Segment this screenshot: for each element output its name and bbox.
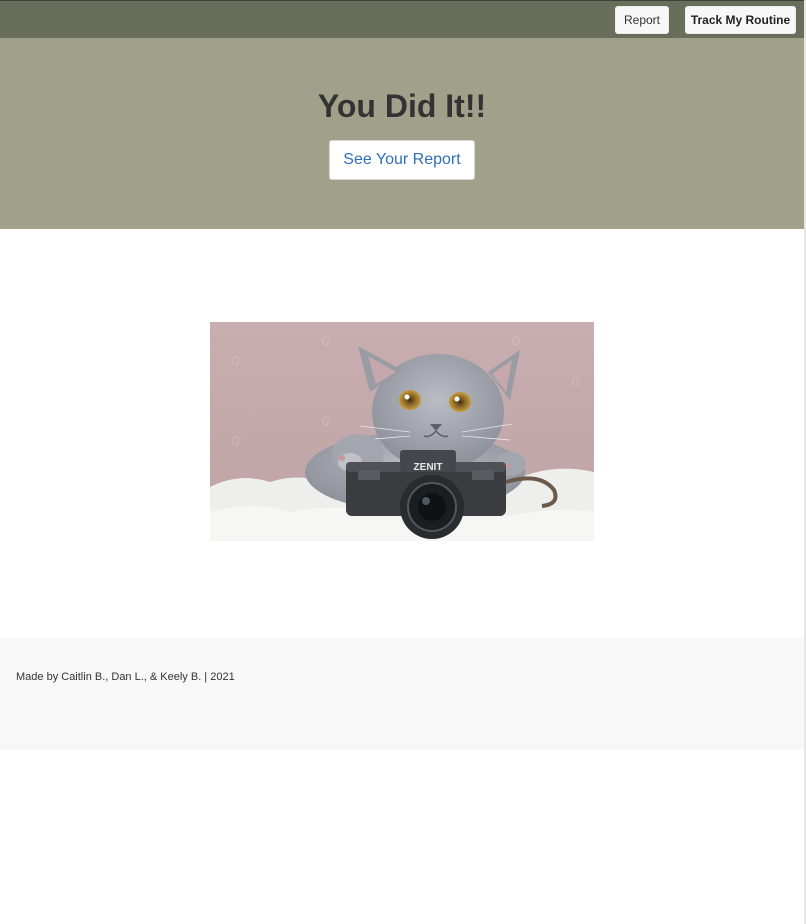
camera-brand-label: ZENIT [414,462,443,473]
hero-title: You Did It!! [317,88,487,124]
footer: Made by Caitlin B., Dan L., & Keely B. |… [0,638,804,750]
see-your-report-button[interactable]: See Your Report [329,140,475,180]
cat-camera-illustration: ZENIT G G G G G G [210,322,594,541]
page: Report Track My Routine You Did It!! See… [0,0,806,924]
report-nav-button[interactable]: Report [615,6,669,34]
top-navbar: Report Track My Routine [0,0,804,38]
footer-credit: Made by Caitlin B., Dan L., & Keely B. |… [16,671,235,683]
hero-banner: You Did It!! See Your Report [0,38,804,229]
track-my-routine-button[interactable]: Track My Routine [685,6,796,34]
cat-with-camera-image: ZENIT G G G G G G [210,322,594,541]
